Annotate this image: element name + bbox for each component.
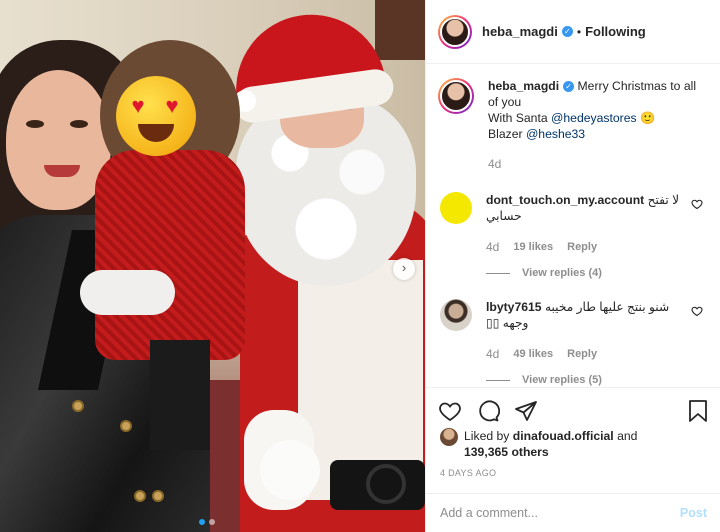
- post-caption: heba_magdi ✓ Merry Christmas to all of yo…: [438, 78, 709, 172]
- woman-eye: [70, 120, 88, 128]
- santa-belt-buckle: [366, 464, 406, 504]
- caption-line2-prefix: With Santa: [488, 111, 548, 125]
- comment-item: lbyty7615 شنو بنتج عليها طار مخيبه وجهه …: [438, 299, 709, 362]
- comment-timestamp[interactable]: 4d: [486, 239, 499, 255]
- comment-likes[interactable]: 19 likes: [513, 239, 553, 255]
- post-header: heba_magdi ✓ • Following: [426, 0, 720, 64]
- blazer-button: [120, 420, 132, 432]
- child-arm: [80, 270, 175, 315]
- heart-eye-icon: ♥: [165, 93, 179, 118]
- view-replies-link[interactable]: View replies (4): [486, 267, 709, 279]
- post-comment-button[interactable]: Post: [680, 506, 707, 520]
- comment-like-heart-icon[interactable]: [691, 305, 703, 317]
- heart-icon[interactable]: [438, 399, 462, 423]
- instagram-post-modal: ♥ ♥ › heba_magdi ✓ • Following heba_magd…: [0, 0, 720, 532]
- comment-meta: 4d 49 likes Reply: [486, 346, 696, 362]
- post-photo[interactable]: ♥ ♥ ›: [0, 0, 425, 532]
- author-username[interactable]: heba_magdi: [482, 24, 558, 39]
- child-legs: [150, 340, 210, 450]
- comment-meta: 4d 19 likes Reply: [486, 239, 696, 255]
- share-icon[interactable]: [514, 399, 538, 423]
- following-button[interactable]: Following: [585, 24, 646, 39]
- likes-count[interactable]: 139,365 others: [464, 445, 549, 459]
- mention-link[interactable]: @heshe33: [526, 127, 585, 141]
- separator-bullet: •: [576, 24, 582, 39]
- reply-button[interactable]: Reply: [567, 346, 597, 362]
- commenter-username[interactable]: dont_touch.on_my.account: [486, 193, 644, 207]
- view-replies-label[interactable]: View replies (5): [522, 374, 602, 386]
- post-sidebar: heba_magdi ✓ • Following heba_magdi ✓ Mer…: [425, 0, 720, 532]
- comment-icon[interactable]: [476, 399, 500, 423]
- author-avatar[interactable]: [438, 14, 472, 49]
- commenter-username[interactable]: lbyty7615: [486, 300, 542, 314]
- reply-button[interactable]: Reply: [567, 239, 597, 255]
- likes-prefix: Liked by: [464, 429, 510, 443]
- emoji-mouth: [138, 124, 174, 142]
- likes-and: and: [617, 429, 638, 443]
- verified-badge-icon: ✓: [561, 26, 573, 37]
- commenter-avatar[interactable]: [440, 192, 472, 224]
- blazer-button: [134, 490, 146, 502]
- replies-divider: [486, 272, 510, 274]
- add-comment-input[interactable]: [440, 506, 680, 520]
- view-replies-link[interactable]: View replies (5): [486, 374, 709, 386]
- heart-eye-icon: ♥: [131, 93, 145, 118]
- liker-username[interactable]: dinafouad.official: [513, 429, 614, 443]
- mention-link[interactable]: @hedeyastores: [551, 111, 637, 125]
- child-red-shawl: [95, 150, 245, 360]
- heart-eyes-emoji-icon: ♥ ♥: [116, 76, 196, 156]
- caption-line3-prefix: Blazer: [488, 127, 523, 141]
- next-arrow-icon[interactable]: ›: [393, 258, 415, 280]
- photo-door: [375, 0, 425, 60]
- bookmark-icon[interactable]: [687, 399, 709, 423]
- view-replies-label[interactable]: View replies (4): [522, 267, 602, 279]
- comment-item: dont_touch.on_my.account لا تفتح حسابي 4…: [438, 192, 709, 255]
- blazer-button: [72, 400, 84, 412]
- post-actions-bar: [426, 387, 720, 433]
- blazer-button: [152, 490, 164, 502]
- comments-section[interactable]: heba_magdi ✓ Merry Christmas to all of yo…: [426, 64, 720, 387]
- comment-likes[interactable]: 49 likes: [513, 346, 553, 362]
- santa-glove: [260, 440, 320, 500]
- replies-divider: [486, 379, 510, 381]
- caption-author-avatar[interactable]: [438, 78, 474, 114]
- carousel-dot-active: [199, 519, 205, 525]
- likes-summary: Liked by dinafouad.official and 139,365 …: [440, 428, 710, 460]
- comment-like-heart-icon[interactable]: [691, 198, 703, 210]
- verified-badge-icon: ✓: [563, 81, 575, 92]
- carousel-dot: [209, 519, 215, 525]
- caption-timestamp[interactable]: 4d: [488, 156, 706, 172]
- add-comment-bar: Post: [426, 493, 720, 532]
- caption-emoji: 🙂: [639, 111, 656, 125]
- liker-avatar[interactable]: [440, 428, 458, 446]
- caption-username[interactable]: heba_magdi: [488, 79, 559, 93]
- carousel-dots: [199, 519, 215, 525]
- woman-eye: [26, 120, 44, 128]
- comment-timestamp[interactable]: 4d: [486, 346, 499, 362]
- post-timestamp[interactable]: 4 DAYS AGO: [440, 468, 496, 478]
- commenter-avatar[interactable]: [440, 299, 472, 331]
